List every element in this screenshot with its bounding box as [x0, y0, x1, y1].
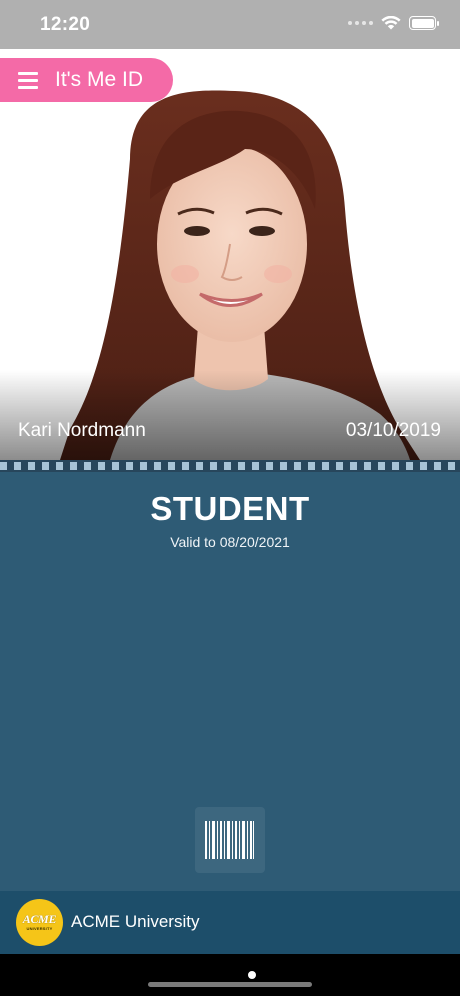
acme-university-logo: ACME UNIVERSITY — [16, 899, 63, 946]
role-title: STUDENT — [150, 490, 310, 527]
status-time: 12:20 — [40, 14, 91, 35]
id-photo: Kari Nordmann 03/10/2019 — [0, 49, 460, 460]
home-indicator[interactable] — [148, 982, 312, 987]
page-indicator-dot — [248, 971, 256, 979]
signal-dots-icon — [348, 21, 373, 25]
photo-shade — [0, 370, 460, 460]
id-card-body: STUDENT Valid to 08/20/2021 — [0, 472, 460, 891]
app-title: It's Me ID — [55, 68, 144, 91]
logo-main-text: ACME — [22, 912, 57, 926]
valid-until-text: Valid to 08/20/2021 — [170, 534, 290, 550]
status-icons — [348, 16, 439, 30]
home-indicator-area — [0, 954, 460, 996]
issue-date: 03/10/2019 — [345, 420, 441, 441]
institution-name: ACME University — [71, 912, 200, 931]
logo-sub-text: UNIVERSITY — [26, 926, 53, 931]
status-bar: 12:20 — [0, 0, 460, 49]
holder-name: Kari Nordmann — [18, 420, 146, 441]
hamburger-menu-icon[interactable] — [18, 72, 38, 89]
battery-icon — [409, 16, 439, 30]
app-menu-button[interactable]: It's Me ID — [0, 58, 173, 102]
wifi-icon — [381, 16, 401, 30]
barcode-button[interactable] — [195, 807, 265, 873]
barcode-icon — [205, 821, 254, 859]
institution-footer: ACME UNIVERSITY ACME University — [0, 891, 460, 954]
card-divider-pattern — [0, 460, 460, 472]
